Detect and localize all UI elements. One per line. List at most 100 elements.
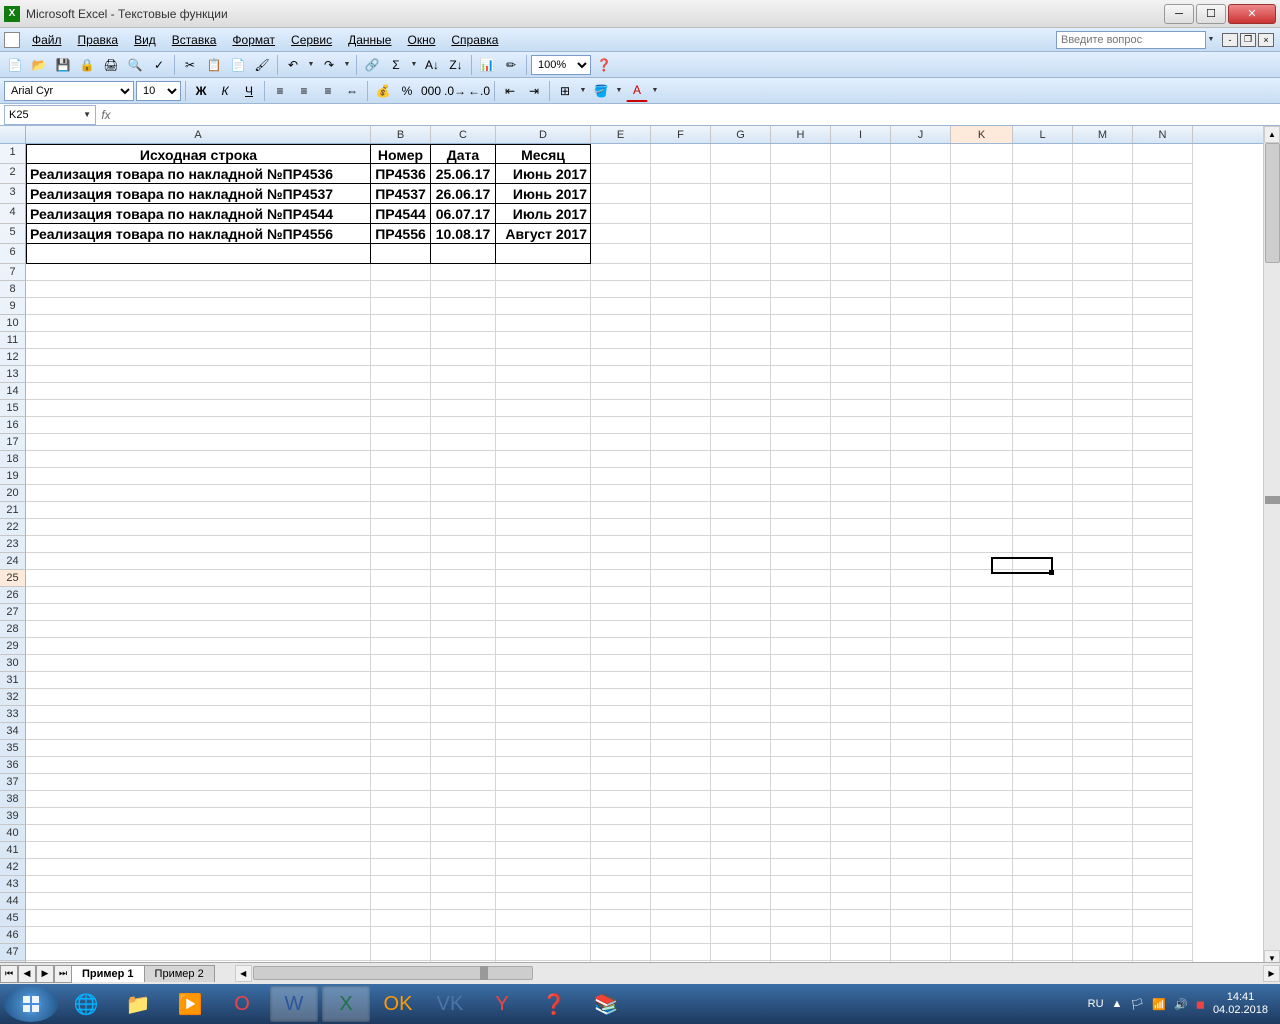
cell-D44[interactable] — [496, 893, 591, 910]
cell-M41[interactable] — [1073, 842, 1133, 859]
cell-H40[interactable] — [771, 825, 831, 842]
cell-I20[interactable] — [831, 485, 891, 502]
cell-N43[interactable] — [1133, 876, 1193, 893]
cell-M10[interactable] — [1073, 315, 1133, 332]
cell-K24[interactable] — [951, 553, 1013, 570]
zoom-combo[interactable]: 100% — [531, 55, 591, 75]
cell-F22[interactable] — [651, 519, 711, 536]
cell-J3[interactable] — [891, 184, 951, 204]
cell-K20[interactable] — [951, 485, 1013, 502]
cell-D32[interactable] — [496, 689, 591, 706]
column-header-I[interactable]: I — [831, 126, 891, 143]
cell-E2[interactable] — [591, 164, 651, 184]
cell-N16[interactable] — [1133, 417, 1193, 434]
cell-I16[interactable] — [831, 417, 891, 434]
cell-B14[interactable] — [371, 383, 431, 400]
cell-H21[interactable] — [771, 502, 831, 519]
cell-I33[interactable] — [831, 706, 891, 723]
cell-M31[interactable] — [1073, 672, 1133, 689]
cell-M12[interactable] — [1073, 349, 1133, 366]
cell-N26[interactable] — [1133, 587, 1193, 604]
cell-G25[interactable] — [711, 570, 771, 587]
cell-B36[interactable] — [371, 757, 431, 774]
cell-K13[interactable] — [951, 366, 1013, 383]
format-painter-icon[interactable]: 🖌 — [251, 54, 273, 76]
cell-A44[interactable] — [26, 893, 371, 910]
cell-J43[interactable] — [891, 876, 951, 893]
cell-L2[interactable] — [1013, 164, 1073, 184]
column-header-J[interactable]: J — [891, 126, 951, 143]
cell-N21[interactable] — [1133, 502, 1193, 519]
cell-B44[interactable] — [371, 893, 431, 910]
taskbar-vk-icon[interactable]: VK — [426, 986, 474, 1022]
row-header-8[interactable]: 8 — [0, 281, 26, 298]
cell-B37[interactable] — [371, 774, 431, 791]
cell-I38[interactable] — [831, 791, 891, 808]
cell-J35[interactable] — [891, 740, 951, 757]
cell-A43[interactable] — [26, 876, 371, 893]
cell-C31[interactable] — [431, 672, 496, 689]
column-header-N[interactable]: N — [1133, 126, 1193, 143]
row-header-28[interactable]: 28 — [0, 621, 26, 638]
cell-A18[interactable] — [26, 451, 371, 468]
cell-F5[interactable] — [651, 224, 711, 244]
cell-E27[interactable] — [591, 604, 651, 621]
cell-N34[interactable] — [1133, 723, 1193, 740]
menu-view[interactable]: Вид — [126, 31, 164, 49]
cell-J39[interactable] — [891, 808, 951, 825]
cell-D23[interactable] — [496, 536, 591, 553]
cell-G35[interactable] — [711, 740, 771, 757]
cell-I11[interactable] — [831, 332, 891, 349]
cell-H7[interactable] — [771, 264, 831, 281]
copy-icon[interactable]: 📋 — [203, 54, 225, 76]
cell-I46[interactable] — [831, 927, 891, 944]
cell-K22[interactable] — [951, 519, 1013, 536]
cell-G29[interactable] — [711, 638, 771, 655]
row-header-30[interactable]: 30 — [0, 655, 26, 672]
cell-M4[interactable] — [1073, 204, 1133, 224]
cell-K30[interactable] — [951, 655, 1013, 672]
cell-B26[interactable] — [371, 587, 431, 604]
print-preview-icon[interactable]: 🔍 — [124, 54, 146, 76]
cell-E1[interactable] — [591, 144, 651, 164]
cell-I8[interactable] — [831, 281, 891, 298]
autosum-icon[interactable]: Σ — [385, 54, 407, 76]
cell-D24[interactable] — [496, 553, 591, 570]
row-header-18[interactable]: 18 — [0, 451, 26, 468]
tray-action-center-icon[interactable]: 🏳 — [1130, 998, 1144, 1011]
cell-N25[interactable] — [1133, 570, 1193, 587]
cell-E32[interactable] — [591, 689, 651, 706]
cell-F8[interactable] — [651, 281, 711, 298]
cell-I21[interactable] — [831, 502, 891, 519]
cell-J21[interactable] — [891, 502, 951, 519]
cell-M47[interactable] — [1073, 944, 1133, 961]
cell-D36[interactable] — [496, 757, 591, 774]
row-header-22[interactable]: 22 — [0, 519, 26, 536]
cell-B46[interactable] — [371, 927, 431, 944]
cell-H34[interactable] — [771, 723, 831, 740]
cell-J47[interactable] — [891, 944, 951, 961]
cell-D13[interactable] — [496, 366, 591, 383]
menu-edit[interactable]: Правка — [70, 31, 127, 49]
cell-L46[interactable] — [1013, 927, 1073, 944]
cell-L23[interactable] — [1013, 536, 1073, 553]
cell-G1[interactable] — [711, 144, 771, 164]
cell-I2[interactable] — [831, 164, 891, 184]
cell-G22[interactable] — [711, 519, 771, 536]
cell-H19[interactable] — [771, 468, 831, 485]
drawing-icon[interactable]: ✏ — [500, 54, 522, 76]
cell-D10[interactable] — [496, 315, 591, 332]
cell-H5[interactable] — [771, 224, 831, 244]
cell-D11[interactable] — [496, 332, 591, 349]
column-header-F[interactable]: F — [651, 126, 711, 143]
cell-K40[interactable] — [951, 825, 1013, 842]
cell-M21[interactable] — [1073, 502, 1133, 519]
cell-N3[interactable] — [1133, 184, 1193, 204]
cell-E43[interactable] — [591, 876, 651, 893]
cell-I7[interactable] — [831, 264, 891, 281]
cell-D16[interactable] — [496, 417, 591, 434]
row-header-1[interactable]: 1 — [0, 144, 26, 164]
comma-icon[interactable]: 000 — [420, 80, 442, 102]
autosum-dropdown[interactable]: ▼ — [409, 54, 419, 76]
cell-C15[interactable] — [431, 400, 496, 417]
